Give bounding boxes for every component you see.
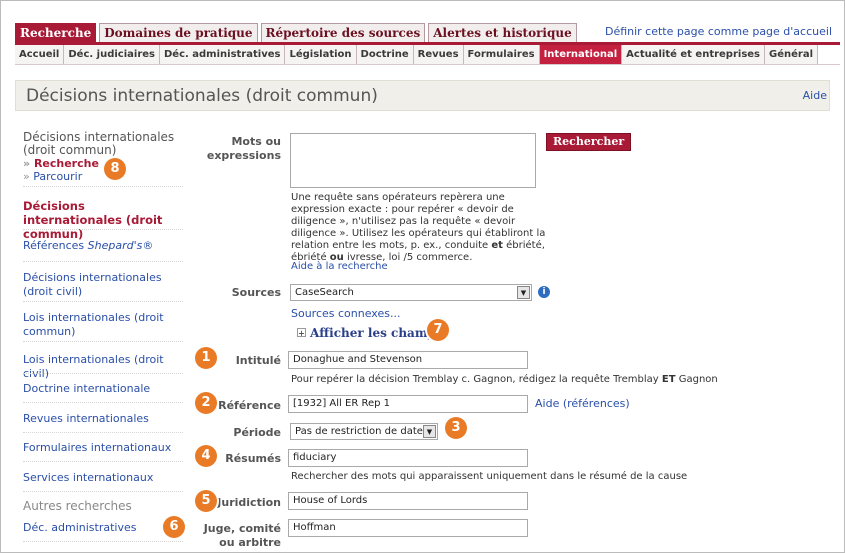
nav-divider: [23, 432, 183, 433]
related-sources-link[interactable]: Sources connexes...: [291, 308, 400, 320]
info-icon[interactable]: i: [538, 286, 550, 298]
nav-item-doctrine[interactable]: Doctrine internationale: [23, 382, 183, 396]
title-hint-pre: Pour repérer la décision Tremblay c. Gag…: [291, 374, 662, 385]
nav-shepards-mark: ®: [142, 239, 154, 252]
nav-section-title: Décisions internationales (droit commun): [23, 130, 175, 157]
search-hint: Une requête sans opérateurs repèrera une…: [291, 192, 547, 264]
tab-alertes[interactable]: Alertes et historique: [428, 23, 577, 42]
nav-shepards[interactable]: Références Shepard's®: [23, 239, 183, 253]
help-link[interactable]: Aide: [803, 89, 827, 102]
annotation-badge-5: 5: [195, 490, 217, 512]
search-button[interactable]: Rechercher: [546, 133, 632, 151]
subtab-divider: [15, 64, 840, 65]
tab-repertoire[interactable]: Répertoire des sources: [260, 23, 426, 42]
words-input[interactable]: [290, 133, 536, 188]
period-select[interactable]: Pas de restriction de date ▼: [290, 423, 438, 440]
nav-item-lois-commun[interactable]: Lois internationales (droit commun): [23, 311, 183, 339]
annotation-badge-6: 6: [163, 516, 185, 538]
sub-tabs: Accueil Déc. judiciaires Déc. administra…: [15, 45, 819, 64]
plus-icon: +: [297, 328, 306, 338]
nav-divider: [23, 541, 183, 542]
nav-divider: [23, 373, 183, 374]
chevron-down-icon[interactable]: ▼: [517, 286, 530, 299]
nav-divider: [23, 229, 183, 230]
period-select-value: Pas de restriction de date: [295, 426, 423, 437]
summary-field[interactable]: fiduciary: [288, 449, 528, 467]
judge-label: Juge, comité ou arbitre: [203, 522, 281, 549]
annotation-badge-1: 1: [195, 347, 217, 369]
nav-browse-label: Parcourir: [33, 170, 83, 183]
sources-select[interactable]: CaseSearch ▼: [290, 284, 532, 301]
page-header: Décisions internationales (droit commun)…: [15, 80, 830, 111]
nav-item-dec-civil[interactable]: Décisions internationales (droit civil): [23, 271, 183, 299]
tab-recherche[interactable]: Recherche: [15, 23, 97, 42]
title-hint-post: Gagnon: [675, 374, 718, 385]
annotation-badge-8: 8: [104, 158, 126, 180]
nav-browse-link[interactable]: » Parcourir: [23, 170, 183, 183]
nav-other-title: Autres recherches: [23, 499, 132, 513]
subtab-revues[interactable]: Revues: [413, 45, 464, 64]
title-field[interactable]: Donaghue and Stevenson: [288, 351, 528, 369]
nav-divider: [23, 491, 183, 492]
nav-item-revues[interactable]: Revues internationales: [23, 412, 183, 426]
subtab-legislation[interactable]: Législation: [285, 45, 357, 64]
nav-current-source[interactable]: Décisions internationales (droit commun): [23, 199, 183, 241]
annotation-badge-3: 3: [445, 417, 467, 439]
subtab-international[interactable]: International: [539, 45, 623, 64]
title-hint-et: ET: [661, 374, 676, 385]
sources-select-value: CaseSearch: [295, 287, 354, 298]
nav-shepards-prefix: Références: [23, 239, 88, 252]
set-homepage-link[interactable]: Définir cette page comme page d'accueil: [605, 25, 832, 38]
subtab-formulaires[interactable]: Formulaires: [463, 45, 540, 64]
summary-hint: Rechercher des mots qui apparaissent uni…: [291, 471, 688, 482]
sources-label: Sources: [231, 286, 281, 299]
jurisdiction-field[interactable]: House of Lords: [288, 492, 528, 510]
nav-item-services[interactable]: Services internationaux: [23, 471, 183, 485]
nav-item-formulaires[interactable]: Formulaires internationaux: [23, 441, 183, 455]
show-fields-label: Afficher les champs: [310, 326, 443, 340]
app-window: Recherche Domaines de pratique Répertoir…: [0, 0, 845, 553]
show-fields-toggle[interactable]: + Afficher les champs: [297, 326, 443, 340]
period-label: Période: [233, 426, 281, 439]
reference-help-link[interactable]: Aide (références): [535, 398, 630, 410]
subtab-dec-judiciaires[interactable]: Déc. judiciaires: [64, 45, 160, 64]
nav-search-label: Recherche: [33, 157, 99, 170]
subtab-actualite[interactable]: Actualité et entreprises: [622, 45, 766, 64]
tab-domaines[interactable]: Domaines de pratique: [99, 23, 258, 42]
main-tabs: Recherche Domaines de pratique Répertoir…: [15, 23, 580, 42]
subtab-doctrine[interactable]: Doctrine: [356, 45, 414, 64]
annotation-badge-2: 2: [195, 392, 217, 414]
nav-divider: [23, 261, 183, 262]
subtab-dec-administratives[interactable]: Déc. administratives: [159, 45, 286, 64]
nav-divider: [23, 301, 183, 302]
search-hint-et: et: [491, 240, 503, 251]
chevron-down-icon[interactable]: ▼: [423, 425, 436, 438]
page-title: Décisions internationales (droit commun): [26, 86, 378, 106]
nav-divider: [23, 341, 183, 342]
nav-other-dec-admin[interactable]: Déc. administratives: [23, 521, 183, 535]
annotation-badge-7: 7: [427, 319, 449, 341]
subtab-general[interactable]: Général: [765, 45, 819, 64]
nav-divider: [23, 461, 183, 462]
nav-divider: [23, 186, 183, 187]
reference-field[interactable]: [1932] All ER Rep 1: [288, 395, 528, 413]
annotation-badge-4: 4: [195, 445, 217, 467]
nav-shepards-name: Shepard's: [87, 239, 143, 252]
subtab-accueil[interactable]: Accueil: [15, 45, 65, 64]
nav-search-link[interactable]: » Recherche: [23, 157, 183, 170]
search-help-link[interactable]: Aide à la recherche: [291, 261, 388, 273]
words-label: Mots ou expressions: [206, 135, 281, 162]
title-hint: Pour repérer la décision Tremblay c. Gag…: [291, 374, 718, 386]
nav-search-section: Décisions internationales (droit commun)…: [23, 130, 183, 184]
nav-divider: [23, 402, 183, 403]
judge-field[interactable]: Hoffman: [288, 519, 528, 537]
nav-item-lois-civil[interactable]: Lois internationales (droit civil): [23, 353, 183, 381]
